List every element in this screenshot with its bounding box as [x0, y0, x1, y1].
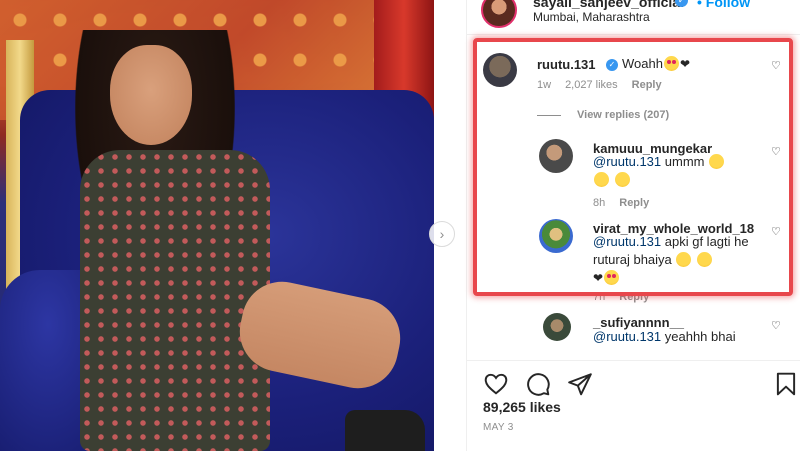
mention-link[interactable]: @ruutu.131	[593, 154, 661, 169]
author-avatar[interactable]	[481, 0, 517, 28]
commenter-username[interactable]: ruutu.131	[537, 57, 596, 72]
post-location[interactable]: Mumbai, Maharashtra	[533, 10, 650, 24]
person-face	[110, 45, 192, 145]
post-sidebar: sayali_sanjeev_official ✓ • Follow Mumba…	[466, 0, 800, 451]
comment-meta: 8h Reply	[593, 197, 649, 209]
comment-text: @ruutu.131 apki gf lagti he ruturaj bhai…	[593, 233, 783, 287]
comment-body: ummm	[664, 154, 705, 169]
smirk-emoji-icon	[709, 154, 725, 169]
commenter-avatar[interactable]	[539, 139, 573, 173]
heart-icon[interactable]: ♡	[771, 225, 781, 238]
follow-label: Follow	[705, 0, 751, 10]
wink-emoji-icon	[697, 252, 713, 267]
comment-age: 8h	[593, 197, 606, 209]
comment-icon[interactable]	[525, 371, 551, 397]
comment-body: Woahh	[622, 56, 663, 71]
mention-link[interactable]: @ruutu.131	[593, 329, 661, 344]
reply-button[interactable]: Reply	[619, 291, 649, 303]
comment-body: yeahhh bhai	[664, 329, 736, 344]
comment-age: 1w	[537, 79, 552, 91]
mention-link[interactable]: @ruutu.131	[593, 234, 661, 249]
author-username[interactable]: sayali_sanjeev_official	[533, 0, 684, 10]
bookmark-icon[interactable]	[773, 371, 799, 397]
divider	[537, 114, 561, 116]
post-date: MAY 3	[483, 422, 514, 433]
heart-eyes-emoji-icon	[604, 270, 620, 285]
comment-age: 7h	[593, 291, 606, 303]
comment-text: @ruutu.131 ummm	[593, 153, 773, 189]
comment-meta: 1w 2,027 likes Reply	[537, 79, 662, 91]
heart-icon[interactable]: ♡	[771, 145, 781, 158]
post-photo[interactable]	[0, 0, 434, 451]
follow-button[interactable]: • Follow	[697, 0, 750, 10]
comment-likes[interactable]: 2,027 likes	[565, 79, 618, 91]
post-actions: 89,265 likes MAY 3	[467, 360, 800, 451]
person-boot	[345, 410, 425, 451]
reply-button[interactable]: Reply	[619, 197, 649, 209]
view-replies-button[interactable]: View replies (207)	[537, 109, 669, 121]
comment-text: Woahh ❤	[622, 55, 690, 73]
smirk-emoji-icon	[594, 172, 609, 187]
heart-emoji-icon: ❤	[679, 57, 691, 71]
comment-meta: 7h Reply	[593, 291, 649, 303]
commenter-avatar[interactable]	[539, 219, 573, 253]
comments-list[interactable]: ruutu.131 ✓ Woahh ❤ 1w 2,027 likes Reply …	[467, 34, 800, 360]
likes-count[interactable]: 89,265 likes	[483, 399, 561, 415]
reply-button[interactable]: Reply	[632, 79, 662, 91]
smirk-emoji-icon	[614, 172, 630, 187]
heart-icon[interactable]: ♡	[771, 319, 781, 332]
commenter-avatar[interactable]	[483, 53, 517, 87]
person-dress	[80, 150, 270, 451]
post-header: sayali_sanjeev_official ✓ • Follow Mumba…	[467, 0, 800, 34]
heart-icon[interactable]	[483, 371, 509, 397]
view-replies-label: View replies (207)	[577, 109, 670, 121]
share-icon[interactable]	[567, 371, 593, 397]
next-arrow-icon[interactable]: ›	[429, 221, 455, 247]
verified-badge-icon: ✓	[606, 59, 618, 71]
heart-eyes-emoji-icon	[663, 56, 679, 71]
comment-text: @ruutu.131 yeahhh bhai	[593, 328, 783, 346]
heart-icon[interactable]: ♡	[771, 59, 781, 72]
smirk-emoji-icon	[676, 252, 692, 267]
commenter-avatar[interactable]	[543, 313, 571, 341]
heart-emoji-icon: ❤	[593, 271, 604, 285]
